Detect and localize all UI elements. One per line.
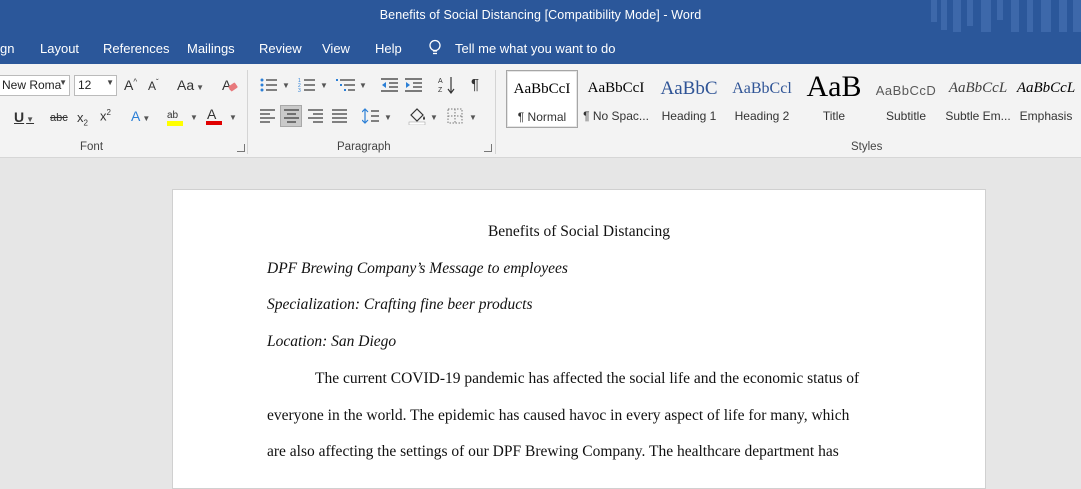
tab-design[interactable]: gn bbox=[0, 41, 14, 56]
lightbulb-icon[interactable] bbox=[428, 39, 442, 57]
tell-me-search[interactable]: Tell me what you want to do bbox=[455, 41, 615, 56]
text-effects-icon[interactable]: A ▼ bbox=[131, 108, 150, 124]
font-group-label: Font bbox=[80, 141, 104, 153]
style-name: Heading 1 bbox=[661, 109, 717, 123]
style-name: Emphasis bbox=[1019, 109, 1073, 123]
tab-references[interactable]: References bbox=[103, 41, 169, 56]
style-emphasis[interactable]: AaBbCcL Emphasis bbox=[1010, 70, 1081, 128]
svg-text:A: A bbox=[222, 77, 232, 93]
chevron-down-icon[interactable]: ▼ bbox=[190, 113, 198, 122]
center-align-button[interactable] bbox=[280, 105, 302, 127]
style-name: Title bbox=[822, 109, 846, 123]
show-formatting-marks-icon[interactable]: ¶ bbox=[471, 76, 479, 93]
document-line[interactable]: DPF Brewing Company’s Message to employe… bbox=[267, 260, 907, 278]
shrink-font-icon[interactable]: Aˇ bbox=[148, 78, 159, 93]
style-preview: AaBbCcD bbox=[875, 83, 937, 98]
chevron-down-icon[interactable]: ▼ bbox=[469, 113, 477, 122]
chevron-down-icon[interactable]: ▼ bbox=[229, 113, 237, 122]
svg-text:A: A bbox=[207, 106, 217, 122]
svg-text:3: 3 bbox=[298, 88, 301, 93]
numbering-icon[interactable]: 123 bbox=[298, 77, 316, 93]
style-heading-2[interactable]: AaBbCcl Heading 2 bbox=[726, 70, 798, 128]
increase-indent-icon[interactable] bbox=[405, 77, 423, 93]
style-heading-1[interactable]: AaBbC Heading 1 bbox=[653, 70, 725, 128]
bullets-icon[interactable] bbox=[260, 77, 278, 93]
font-color-icon[interactable]: A bbox=[205, 106, 225, 128]
decrease-indent-icon[interactable] bbox=[381, 77, 399, 93]
style-preview: AaBbCcL bbox=[948, 80, 1008, 96]
style-preview: AaBbC bbox=[660, 78, 718, 99]
styles-group-label: Styles bbox=[851, 141, 883, 153]
grow-font-icon[interactable]: A^ bbox=[124, 77, 137, 93]
styles-gallery: AaBbCcI ¶ Normal AaBbCcI ¶ No Spac... Aa… bbox=[504, 70, 1081, 130]
chevron-down-icon[interactable]: ▼ bbox=[282, 81, 290, 90]
justify-icon[interactable] bbox=[332, 109, 348, 123]
chevron-down-icon[interactable]: ▼ bbox=[384, 113, 392, 122]
borders-icon[interactable] bbox=[447, 108, 463, 124]
sort-icon[interactable]: AZ bbox=[438, 75, 456, 95]
document-title[interactable]: Benefits of Social Distancing bbox=[172, 223, 986, 241]
ribbon-tabs: gn Layout References Mailings Review Vie… bbox=[0, 32, 1081, 64]
tab-view[interactable]: View bbox=[322, 41, 350, 56]
subscript-icon[interactable]: x2 bbox=[77, 110, 88, 128]
align-left-icon[interactable] bbox=[260, 109, 276, 123]
highlight-color-icon[interactable]: ab bbox=[166, 106, 188, 128]
multilevel-list-icon[interactable] bbox=[336, 77, 356, 93]
style-preview: AaBbCcI bbox=[587, 80, 645, 96]
change-case-icon[interactable]: Aa ▼ bbox=[177, 77, 204, 93]
clear-formatting-icon[interactable]: A bbox=[222, 76, 238, 94]
chevron-down-icon[interactable]: ▼ bbox=[430, 113, 438, 122]
style-subtitle[interactable]: AaBbCcD Subtitle bbox=[870, 70, 942, 128]
style-name: ¶ Normal bbox=[517, 110, 567, 124]
align-center-icon[interactable] bbox=[284, 109, 300, 123]
style-preview: AaB bbox=[806, 70, 862, 103]
style-preview: AaBbCcL bbox=[1016, 80, 1076, 96]
style-name: Subtitle bbox=[885, 109, 927, 123]
line-spacing-icon[interactable] bbox=[362, 108, 380, 124]
tab-mailings[interactable]: Mailings bbox=[187, 41, 235, 56]
strikethrough-icon[interactable]: abc bbox=[50, 112, 68, 124]
body-paragraph-line[interactable]: The current COVID-19 pandemic has affect… bbox=[267, 370, 907, 388]
shading-icon[interactable] bbox=[408, 107, 428, 125]
chevron-down-icon[interactable]: ▼ bbox=[106, 78, 114, 87]
tab-review[interactable]: Review bbox=[259, 41, 302, 56]
chevron-down-icon[interactable]: ▼ bbox=[359, 81, 367, 90]
document-line[interactable]: Specialization: Crafting fine beer produ… bbox=[267, 296, 907, 314]
document-line[interactable]: Location: San Diego bbox=[267, 333, 907, 351]
font-size-value: 12 bbox=[78, 78, 92, 92]
body-paragraph-line[interactable]: are also affecting the settings of our D… bbox=[267, 443, 907, 461]
group-separator bbox=[247, 70, 248, 154]
paragraph-dialog-launcher-icon[interactable] bbox=[484, 144, 492, 152]
style-name: Heading 2 bbox=[734, 109, 790, 123]
group-separator bbox=[495, 70, 496, 154]
window-title: Benefits of Social Distancing [Compatibi… bbox=[379, 8, 702, 22]
style-preview: AaBbCcI bbox=[513, 81, 571, 97]
font-size-combo[interactable]: 12 ▼ bbox=[74, 75, 117, 96]
svg-text:Z: Z bbox=[438, 87, 443, 94]
chevron-down-icon[interactable]: ▼ bbox=[320, 81, 328, 90]
svg-text:ab: ab bbox=[167, 110, 179, 121]
chevron-down-icon[interactable]: ▼ bbox=[59, 78, 67, 87]
style-name: Subtle Em... bbox=[945, 109, 1011, 123]
font-name-value: New Roma bbox=[2, 78, 62, 92]
svg-text:A: A bbox=[438, 78, 443, 85]
font-name-combo[interactable]: New Roma ▼ bbox=[0, 75, 70, 96]
paragraph-group-label: Paragraph bbox=[337, 141, 391, 153]
style-title[interactable]: AaB Title bbox=[798, 70, 870, 128]
style-preview: AaBbCcl bbox=[732, 80, 792, 97]
title-bar: Benefits of Social Distancing [Compatibi… bbox=[0, 0, 1081, 58]
superscript-icon[interactable]: x2 bbox=[100, 108, 111, 123]
align-right-icon[interactable] bbox=[308, 109, 324, 123]
style-subtle-emphasis[interactable]: AaBbCcL Subtle Em... bbox=[942, 70, 1014, 128]
underline-icon[interactable]: U ▼ bbox=[14, 109, 34, 125]
style-normal[interactable]: AaBbCcI ¶ Normal bbox=[506, 70, 578, 128]
style-no-spacing[interactable]: AaBbCcI ¶ No Spac... bbox=[580, 70, 652, 128]
tab-help[interactable]: Help bbox=[375, 41, 402, 56]
style-name: ¶ No Spac... bbox=[583, 109, 649, 123]
font-dialog-launcher-icon[interactable] bbox=[237, 144, 245, 152]
tab-layout[interactable]: Layout bbox=[40, 41, 79, 56]
body-paragraph-line[interactable]: everyone in the world. The epidemic has … bbox=[267, 407, 907, 425]
